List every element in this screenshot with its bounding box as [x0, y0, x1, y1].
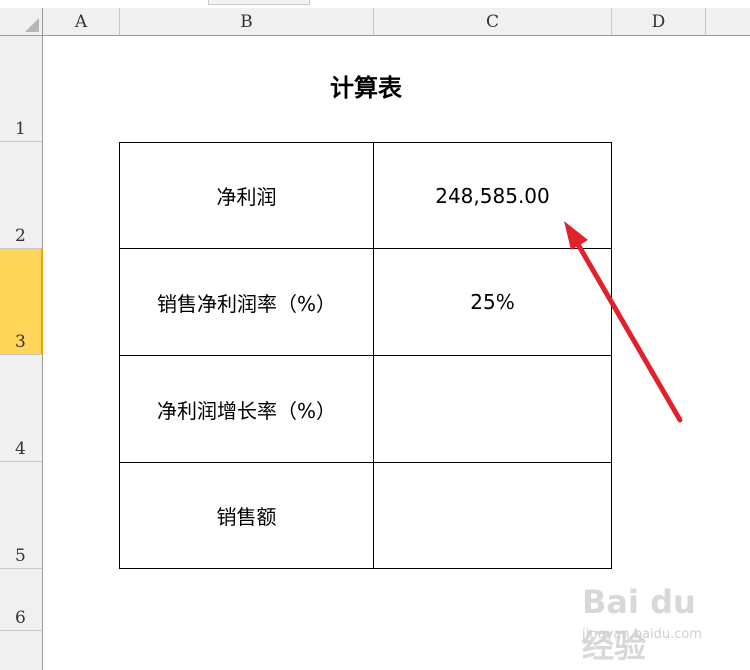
watermark-url: jingyan.baidu.com: [582, 627, 702, 642]
baidu-jingyan-watermark: Bai du 经验 jingyan.baidu.com: [576, 583, 736, 665]
watermark-logo-text: Bai du 经验: [582, 583, 696, 665]
annotation-arrow-icon: [564, 221, 683, 423]
